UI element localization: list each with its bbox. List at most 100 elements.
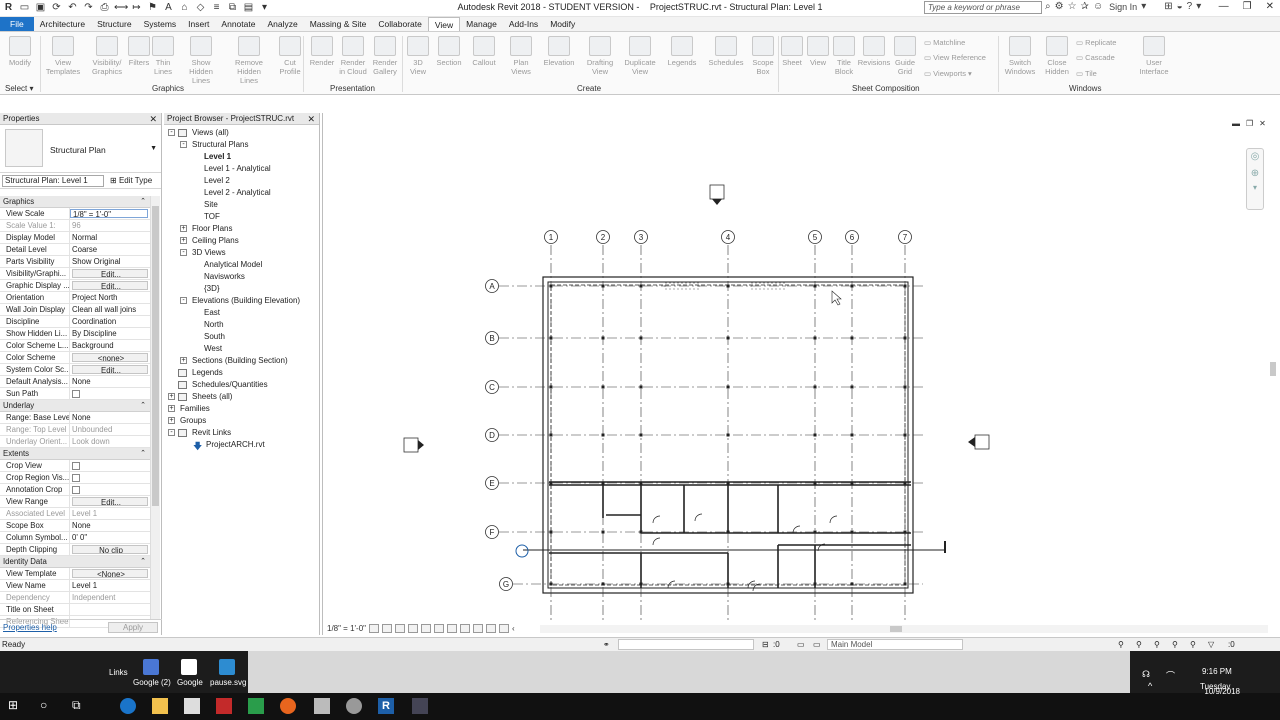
browser-item[interactable]: - Views (all): [164, 127, 320, 139]
pause-svg-label[interactable]: pause.svg: [210, 678, 246, 687]
property-edit-button[interactable]: Edit...: [72, 281, 148, 290]
browser-item[interactable]: South: [164, 331, 320, 343]
expand-toggle-icon[interactable]: +: [168, 417, 175, 424]
cortana-icon[interactable]: ○: [40, 698, 56, 714]
detail-level-icon[interactable]: [369, 623, 380, 633]
duplicate-view-button[interactable]: Duplicate View: [622, 36, 658, 76]
property-value[interactable]: Background: [70, 340, 150, 351]
file-explorer-icon[interactable]: [152, 698, 168, 714]
browser-item[interactable]: TOF: [164, 211, 320, 223]
google-shortcut-icon[interactable]: [143, 659, 159, 675]
drawing-vertical-scrollbar[interactable]: [1268, 130, 1278, 620]
browser-item[interactable]: Site: [164, 199, 320, 211]
expand-toggle-icon[interactable]: +: [180, 237, 187, 244]
select-underlay-icon[interactable]: ⚲: [1136, 638, 1142, 651]
properties-section[interactable]: Underlay ⌃: [0, 400, 150, 412]
property-edit-button[interactable]: No clip: [72, 545, 148, 554]
render-gallery-button[interactable]: Render Gallery: [367, 36, 403, 76]
browser-item[interactable]: 🡇 ProjectARCH.rvt: [164, 439, 320, 451]
browser-item[interactable]: Navisworks: [164, 271, 320, 283]
view-reference-button[interactable]: ▭ View Reference: [924, 53, 986, 63]
property-value[interactable]: 0' 0": [70, 532, 150, 543]
minimize-icon[interactable]: —: [1219, 1, 1229, 12]
replicate-button[interactable]: ▭ Replicate: [1076, 38, 1116, 48]
browser-item[interactable]: East: [164, 307, 320, 319]
property-value[interactable]: None: [70, 412, 150, 423]
sun-path-icon[interactable]: [395, 623, 406, 633]
collapse-icon[interactable]: ⌃: [140, 448, 146, 460]
close-icon[interactable]: ✕: [1259, 119, 1266, 128]
browser-item[interactable]: West: [164, 343, 320, 355]
close-icon[interactable]: ✕: [1266, 1, 1274, 12]
chevron-left-icon[interactable]: ‹: [512, 624, 515, 633]
property-edit-button[interactable]: <None>: [72, 569, 148, 578]
property-value[interactable]: Show Original: [70, 256, 150, 267]
tile-button[interactable]: ▭ Tile: [1076, 69, 1097, 79]
drawing-horizontal-scrollbar[interactable]: [540, 625, 1268, 633]
remove-hidden-lines-button[interactable]: Remove Hidden Lines: [231, 36, 267, 85]
browser-item[interactable]: + Families: [164, 403, 320, 415]
windows-start-icon[interactable]: ⊞: [8, 698, 24, 714]
section-button[interactable]: Section: [431, 36, 467, 67]
instance-dropdown[interactable]: Structural Plan: Level 1: [2, 175, 104, 187]
thin-lines-button[interactable]: Thin Lines: [145, 36, 181, 76]
expand-toggle-icon[interactable]: +: [180, 357, 187, 364]
dropdown-caret-icon[interactable]: ▾: [1141, 1, 1146, 12]
select-links-icon[interactable]: ⚲: [1118, 638, 1124, 651]
property-checkbox[interactable]: [72, 390, 80, 398]
clock-time[interactable]: 9:16 PM: [1202, 667, 1232, 676]
browser-item[interactable]: + Ceiling Plans: [164, 235, 320, 247]
browser-item[interactable]: - Revit Links: [164, 427, 320, 439]
collapse-icon[interactable]: ⌃: [140, 556, 146, 568]
browser-item[interactable]: North: [164, 319, 320, 331]
property-value[interactable]: 1/8" = 1'-0": [70, 209, 148, 218]
select-pinned-icon[interactable]: ⚲: [1154, 638, 1160, 651]
drafting-view-button[interactable]: Drafting View: [582, 36, 618, 76]
type-selector[interactable]: Structural Plan ▼: [0, 125, 161, 173]
close-icon[interactable]: ✕: [149, 113, 157, 125]
scrollbar-thumb[interactable]: [1270, 362, 1276, 376]
restore-icon[interactable]: ❐: [1246, 119, 1253, 128]
property-checkbox[interactable]: [72, 462, 80, 470]
collapse-toggle-icon[interactable]: -: [168, 129, 175, 136]
reveal-hidden-icon[interactable]: [460, 623, 471, 633]
property-value[interactable]: None: [70, 376, 150, 387]
guide-grid-button[interactable]: Guide Grid: [887, 36, 923, 76]
collapse-icon[interactable]: ⌃: [140, 196, 146, 208]
legends-button[interactable]: Legends: [664, 36, 700, 67]
tab-add-ins[interactable]: Add-Ins: [503, 17, 544, 31]
design-option-selector[interactable]: Main Model: [827, 639, 963, 650]
schedules-button[interactable]: Schedules: [708, 36, 744, 67]
browser-item[interactable]: Analytical Model: [164, 259, 320, 271]
property-value[interactable]: Project North: [70, 292, 150, 303]
tab-structure[interactable]: Structure: [91, 17, 138, 31]
people-icon[interactable]: ☊: [1142, 669, 1150, 680]
tab-systems[interactable]: Systems: [138, 17, 183, 31]
close-hidden-button[interactable]: Close Hidden: [1039, 36, 1075, 76]
property-value[interactable]: [70, 604, 150, 615]
collapse-toggle-icon[interactable]: -: [180, 141, 187, 148]
app-store-icon[interactable]: ⊞: [1164, 1, 1172, 12]
browser-item[interactable]: - Structural Plans: [164, 139, 320, 151]
zoom-icon[interactable]: ⊕: [1247, 168, 1263, 179]
revit-taskbar-icon[interactable]: R: [378, 698, 394, 714]
help-caret-icon[interactable]: ▾: [1196, 1, 1201, 12]
viewports-dropdown[interactable]: ▭ Viewports ▾: [924, 69, 972, 79]
callout-button[interactable]: Callout: [466, 36, 502, 67]
properties-help-link[interactable]: Properties help: [3, 623, 57, 632]
browser-item[interactable]: -3D Views: [164, 247, 320, 259]
tab-analyze[interactable]: Analyze: [261, 17, 303, 31]
render-in-cloud-button[interactable]: Render in Cloud: [335, 36, 371, 76]
browser-item[interactable]: Schedules/Quantities: [164, 379, 320, 391]
property-value[interactable]: Clean all wall joins: [70, 304, 150, 315]
favorites-icon[interactable]: ✰: [1081, 1, 1089, 12]
subscription-icon[interactable]: ⚙: [1055, 1, 1064, 12]
expand-toggle-icon[interactable]: +: [168, 393, 175, 400]
clock-date[interactable]: 10/9/2018: [0, 687, 1280, 696]
google-drive-icon[interactable]: [248, 698, 264, 714]
edit-type-button[interactable]: ⊞ Edit Type: [110, 176, 152, 185]
modify-button[interactable]: Modify: [2, 36, 38, 67]
browser-item[interactable]: - Elevations (Building Elevation): [164, 295, 320, 307]
text-app-icon[interactable]: [216, 698, 232, 714]
network-icon[interactable]: ⌒: [1166, 669, 1175, 682]
